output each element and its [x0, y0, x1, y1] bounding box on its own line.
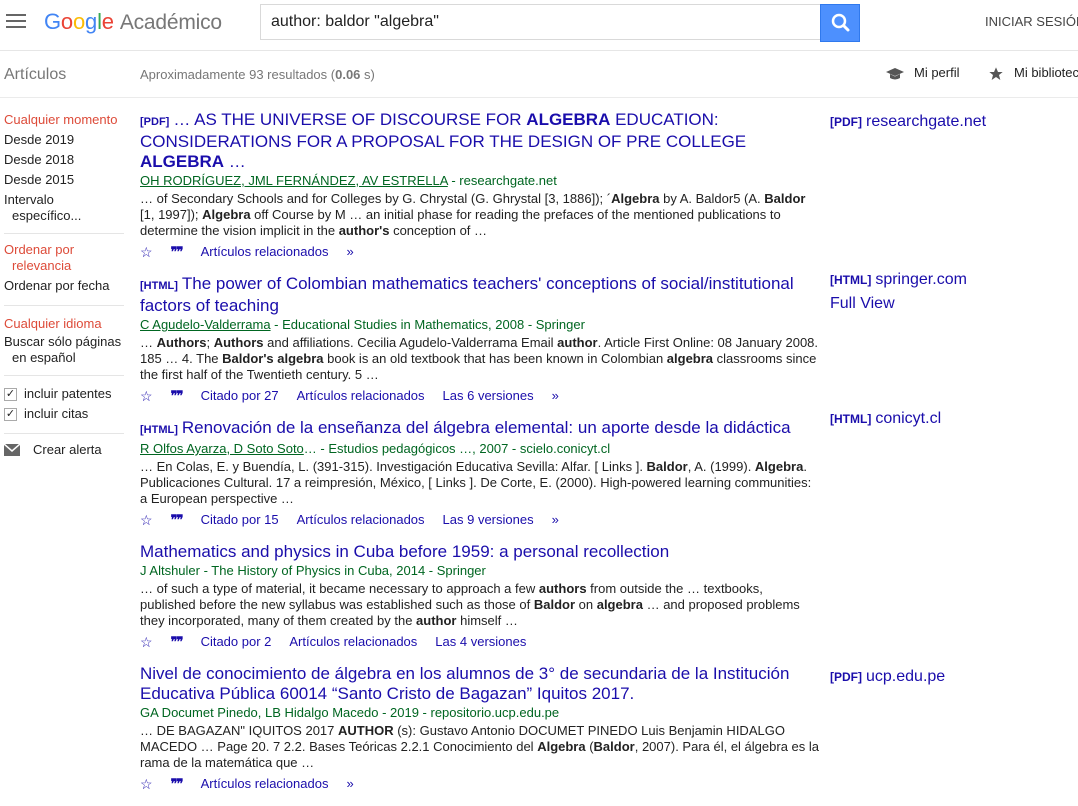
filter-any-time[interactable]: Cualquier momento — [4, 110, 128, 130]
search-box — [260, 4, 821, 40]
result-title[interactable]: [HTML] The power of Colombian mathematics… — [140, 274, 820, 316]
related-articles-link[interactable]: Artículos relacionados — [201, 243, 329, 261]
result-authors[interactable]: GA Documet Pinedo, LB Hidalgo Macedo - 2… — [140, 704, 820, 722]
save-star-icon[interactable]: ☆ — [140, 387, 153, 405]
cited-by-link[interactable]: Citado por 2 — [201, 633, 272, 651]
cite-quote-icon[interactable]: ❞❞ — [171, 633, 184, 651]
side-link-conicyt[interactable]: [HTML] conicyt.cl — [830, 407, 1050, 431]
result-authors[interactable]: J Altshuler - The History of Physics in … — [140, 562, 820, 580]
lang-spanish[interactable]: Buscar sólo páginas en español — [4, 334, 128, 366]
result-links: ☆ ❞❞ Artículos relacionados » — [140, 243, 820, 261]
search-icon — [831, 13, 850, 32]
result-snippet: … DE BAGAZAN" IQUITOS 2017 AUTHOR (s): G… — [140, 723, 819, 770]
sub-bar: Artículos Aproximadamente 93 resultados … — [0, 51, 1078, 98]
related-articles-link[interactable]: Artículos relacionados — [201, 775, 329, 793]
google-scholar-logo[interactable]: Google Académico — [44, 9, 222, 35]
result-links: ☆ ❞❞ Citado por 27 Artículos relacionado… — [140, 387, 820, 405]
cite-quote-icon[interactable]: ❞❞ — [171, 511, 184, 529]
cite-quote-icon[interactable]: ❞❞ — [171, 243, 184, 261]
save-star-icon[interactable]: ☆ — [140, 243, 153, 261]
result-stats: Aproximadamente 93 resultados (0.06 s) — [140, 67, 375, 82]
more-chevron-icon[interactable]: » — [346, 243, 353, 261]
result-snippet: … of Secondary Schools and for Colleges … — [140, 191, 806, 238]
cited-by-link[interactable]: Citado por 27 — [201, 387, 279, 405]
save-star-icon[interactable]: ☆ — [140, 775, 153, 793]
include-patents-checkbox[interactable]: ✓ incluir patentes — [4, 384, 128, 404]
create-alert-link[interactable]: Crear alerta — [4, 442, 128, 457]
versions-link[interactable]: Las 6 versiones — [443, 387, 534, 405]
sign-in-link[interactable]: INICIAR SESIÓN — [985, 14, 1078, 29]
include-citations-checkbox[interactable]: ✓ incluir citas — [4, 404, 128, 424]
save-star-icon[interactable]: ☆ — [140, 511, 153, 529]
result-authors[interactable]: R Olfos Ayarza, D Soto Soto… - Estudios … — [140, 440, 820, 458]
result-snippet: … Authors; Authors and affiliations. Cec… — [140, 335, 819, 382]
star-icon — [989, 66, 1003, 80]
divider — [4, 375, 124, 376]
cite-quote-icon[interactable]: ❞❞ — [171, 387, 184, 405]
result-item: [HTML] Renovación de la enseñanza del álg… — [140, 418, 820, 529]
logo-product-name: Académico — [119, 11, 222, 34]
result-title[interactable]: [PDF]… AS THE UNIVERSE OF DISCOURSE FOR … — [140, 110, 820, 172]
save-star-icon[interactable]: ☆ — [140, 633, 153, 651]
side-link-ucp[interactable]: [PDF] ucp.edu.pe — [830, 665, 1050, 689]
result-item: Mathematics and physics in Cuba before 1… — [140, 542, 820, 651]
section-title[interactable]: Artículos — [4, 66, 66, 84]
graduation-cap-icon — [886, 67, 904, 80]
filter-since-2019[interactable]: Desde 2019 — [4, 130, 128, 150]
cited-by-link[interactable]: Citado por 15 — [201, 511, 279, 529]
related-articles-link[interactable]: Artículos relacionados — [289, 633, 417, 651]
filter-sidebar: Cualquier momento Desde 2019 Desde 2018 … — [4, 110, 128, 457]
result-item: [HTML] The power of Colombian mathematics… — [140, 274, 820, 405]
versions-link[interactable]: Las 9 versiones — [443, 511, 534, 529]
filter-since-2018[interactable]: Desde 2018 — [4, 150, 128, 170]
filter-custom-range[interactable]: Intervalo específico... — [4, 192, 128, 224]
result-title[interactable]: [HTML] Renovación de la enseñanza del álg… — [140, 418, 820, 440]
result-item: [PDF]… AS THE UNIVERSE OF DISCOURSE FOR … — [140, 110, 820, 261]
versions-link[interactable]: Las 4 versiones — [435, 633, 526, 651]
more-chevron-icon[interactable]: » — [346, 775, 353, 793]
checkbox-checked-icon: ✓ — [4, 407, 17, 421]
filter-since-2015[interactable]: Desde 2015 — [4, 170, 128, 190]
result-snippet: … of such a type of material, it became … — [140, 581, 800, 628]
results-list: [PDF]… AS THE UNIVERSE OF DISCOURSE FOR … — [140, 110, 820, 806]
search-input[interactable] — [261, 5, 821, 39]
search-button[interactable] — [820, 4, 860, 42]
envelope-icon — [4, 443, 20, 456]
more-chevron-icon[interactable]: » — [552, 511, 559, 529]
result-authors[interactable]: OH RODRÍGUEZ, JML FERNÁNDEZ, AV ESTRELLA… — [140, 172, 820, 190]
result-title[interactable]: Nivel de conocimiento de álgebra en los … — [140, 664, 820, 704]
cite-quote-icon[interactable]: ❞❞ — [171, 775, 184, 793]
my-library-link[interactable]: Mi biblioteca — [988, 65, 1078, 82]
checkbox-checked-icon: ✓ — [4, 387, 17, 401]
full-view-link[interactable]: Full View — [830, 295, 895, 312]
lang-any[interactable]: Cualquier idioma — [4, 314, 128, 334]
sort-date[interactable]: Ordenar por fecha — [4, 276, 128, 296]
divider — [4, 233, 124, 234]
related-articles-link[interactable]: Artículos relacionados — [297, 511, 425, 529]
result-title[interactable]: Mathematics and physics in Cuba before 1… — [140, 542, 820, 562]
result-links: ☆ ❞❞ Artículos relacionados » — [140, 775, 820, 793]
top-bar: GoogleAcadémico INICIAR SESIÓN — [0, 0, 1078, 51]
result-snippet: … En Colas, E. y Buendía, L. (391-315). … — [140, 459, 812, 506]
sort-relevance[interactable]: Ordenar por relevancia — [4, 242, 128, 274]
related-articles-link[interactable]: Artículos relacionados — [297, 387, 425, 405]
result-links: ☆ ❞❞ Citado por 2 Artículos relacionados… — [140, 633, 820, 651]
side-link-springer[interactable]: [HTML] springer.com Full View — [830, 268, 1050, 315]
more-chevron-icon[interactable]: » — [552, 387, 559, 405]
divider — [4, 433, 124, 434]
side-link-researchgate[interactable]: [PDF] researchgate.net — [830, 110, 1050, 134]
result-authors[interactable]: C Agudelo-Valderrama - Educational Studi… — [140, 316, 820, 334]
result-item: Nivel de conocimiento de álgebra en los … — [140, 664, 820, 793]
divider — [4, 305, 124, 306]
menu-icon[interactable] — [6, 14, 26, 30]
result-links: ☆ ❞❞ Citado por 15 Artículos relacionado… — [140, 511, 820, 529]
my-profile-link[interactable]: Mi perfil — [886, 65, 960, 81]
